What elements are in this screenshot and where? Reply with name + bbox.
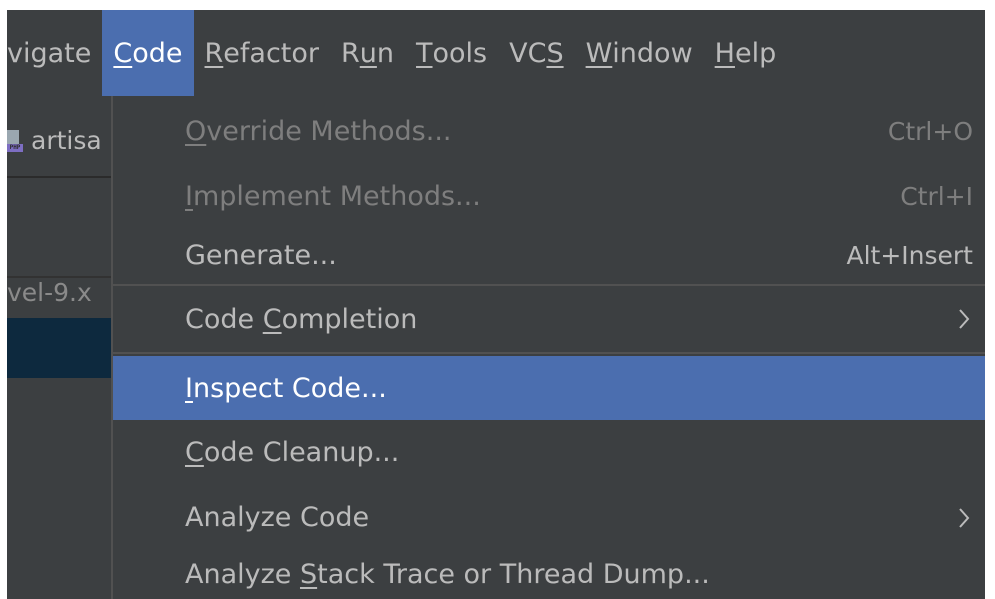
label-text: n <box>376 37 395 69</box>
menu-item-label: Code Cleanup... <box>185 437 399 468</box>
label-text: Analyze <box>185 559 300 590</box>
menu-item-label: Implement Methods... <box>185 181 481 212</box>
label-text: efactor <box>223 37 319 69</box>
mnemonic-letter: I <box>185 180 193 212</box>
label-text: elp <box>734 37 777 69</box>
mnemonic-letter: C <box>113 37 133 69</box>
mnemonic-letter: H <box>714 37 735 69</box>
menu-item-override-methods[interactable]: Override Methods... Ctrl+O <box>113 96 985 166</box>
menu-item-label: Code Completion <box>185 304 417 335</box>
project-path-row[interactable]: vel-9.x <box>7 278 111 318</box>
label-text: ode <box>132 37 183 69</box>
menu-separator <box>113 352 985 354</box>
label-text: nspect Code... <box>192 372 387 404</box>
mnemonic-letter: S <box>299 559 318 590</box>
label-text: ools <box>432 37 488 69</box>
project-path-label: vel-9.x <box>7 278 92 307</box>
keyboard-shortcut: Ctrl+O <box>887 116 973 146</box>
menu-vigate[interactable]: vigate <box>7 10 102 96</box>
main-menu-bar: vigate Code Refactor Ru n Tools VC S Window Help <box>7 10 985 96</box>
label-text: tack Trace or Thread Dump... <box>317 559 710 590</box>
editor-tab[interactable]: PHP artisa <box>7 96 111 178</box>
menu-item-code-cleanup[interactable]: Code Cleanup... <box>113 420 985 485</box>
label-text: VC <box>509 37 547 69</box>
editor-tab-label: artisa <box>31 126 102 155</box>
menu-item-generate[interactable]: Generate... Alt+Insert <box>113 226 985 284</box>
menu-item-analyze-code[interactable]: Analyze Code <box>113 485 985 550</box>
label-text: mplement Methods... <box>192 180 481 212</box>
menu-run[interactable]: Run <box>330 10 405 96</box>
menu-item-label: Analyze Stack Trace or Thread Dump... <box>185 559 710 590</box>
label-text: vigate <box>7 37 92 69</box>
label-text: indow <box>612 37 693 69</box>
mnemonic-letter: u <box>359 37 377 69</box>
mnemonic-letter: W <box>585 37 613 69</box>
menu-item-label: Analyze Code <box>185 502 369 533</box>
menu-window[interactable]: Window <box>575 10 704 96</box>
php-file-icon: PHP <box>7 129 23 152</box>
menu-item-implement-methods[interactable]: Implement Methods... Ctrl+I <box>113 166 985 226</box>
keyboard-shortcut: Ctrl+I <box>900 181 973 211</box>
code-menu-dropdown: Override Methods... Ctrl+O Implement Metho… <box>111 96 985 599</box>
menu-code[interactable]: Code <box>102 10 194 96</box>
toolbar-strip <box>7 178 111 278</box>
mnemonic-letter: I <box>185 372 193 404</box>
editor-side-panel: PHP artisa vel-9.x <box>7 96 111 599</box>
selected-tree-row[interactable] <box>7 318 111 378</box>
label-text: ode Cleanup... <box>203 437 400 468</box>
menu-item-label: Generate... <box>185 240 337 271</box>
mnemonic-letter: C <box>185 437 204 468</box>
chevron-right-icon <box>959 507 970 528</box>
label-text: Code <box>185 303 263 335</box>
keyboard-shortcut: Alt+Insert <box>846 240 973 270</box>
label-text: R <box>341 37 360 69</box>
mnemonic-letter: O <box>185 115 207 147</box>
menu-item-code-completion[interactable]: Code Completion <box>113 286 985 352</box>
menu-help[interactable]: Help <box>704 10 788 96</box>
label-text: ompletion <box>281 303 418 335</box>
mnemonic-letter: T <box>416 37 433 69</box>
menu-item-inspect-code[interactable]: Inspect Code... <box>113 356 985 420</box>
menu-vcs[interactable]: VC S <box>498 10 574 96</box>
menu-item-analyze-stack-trace[interactable]: Analyze Stack Trace or Thread Dump... <box>113 550 985 599</box>
mnemonic-letter: C <box>262 303 282 335</box>
label-text: verride Methods... <box>206 115 452 147</box>
menu-refactor[interactable]: Refactor <box>194 10 330 96</box>
menu-item-label: Override Methods... <box>185 116 452 147</box>
label-text: Analyze Code <box>185 502 370 533</box>
menu-item-label: Inspect Code... <box>185 373 387 404</box>
mnemonic-letter: R <box>204 37 224 69</box>
mnemonic-letter: S <box>546 37 564 69</box>
chevron-right-icon <box>959 309 970 329</box>
ide-screenshot: vigate Code Refactor Ru n Tools VC S Window Help … <box>0 0 995 599</box>
label-text: Generate... <box>185 239 337 271</box>
menu-tools[interactable]: Tools <box>405 10 498 96</box>
